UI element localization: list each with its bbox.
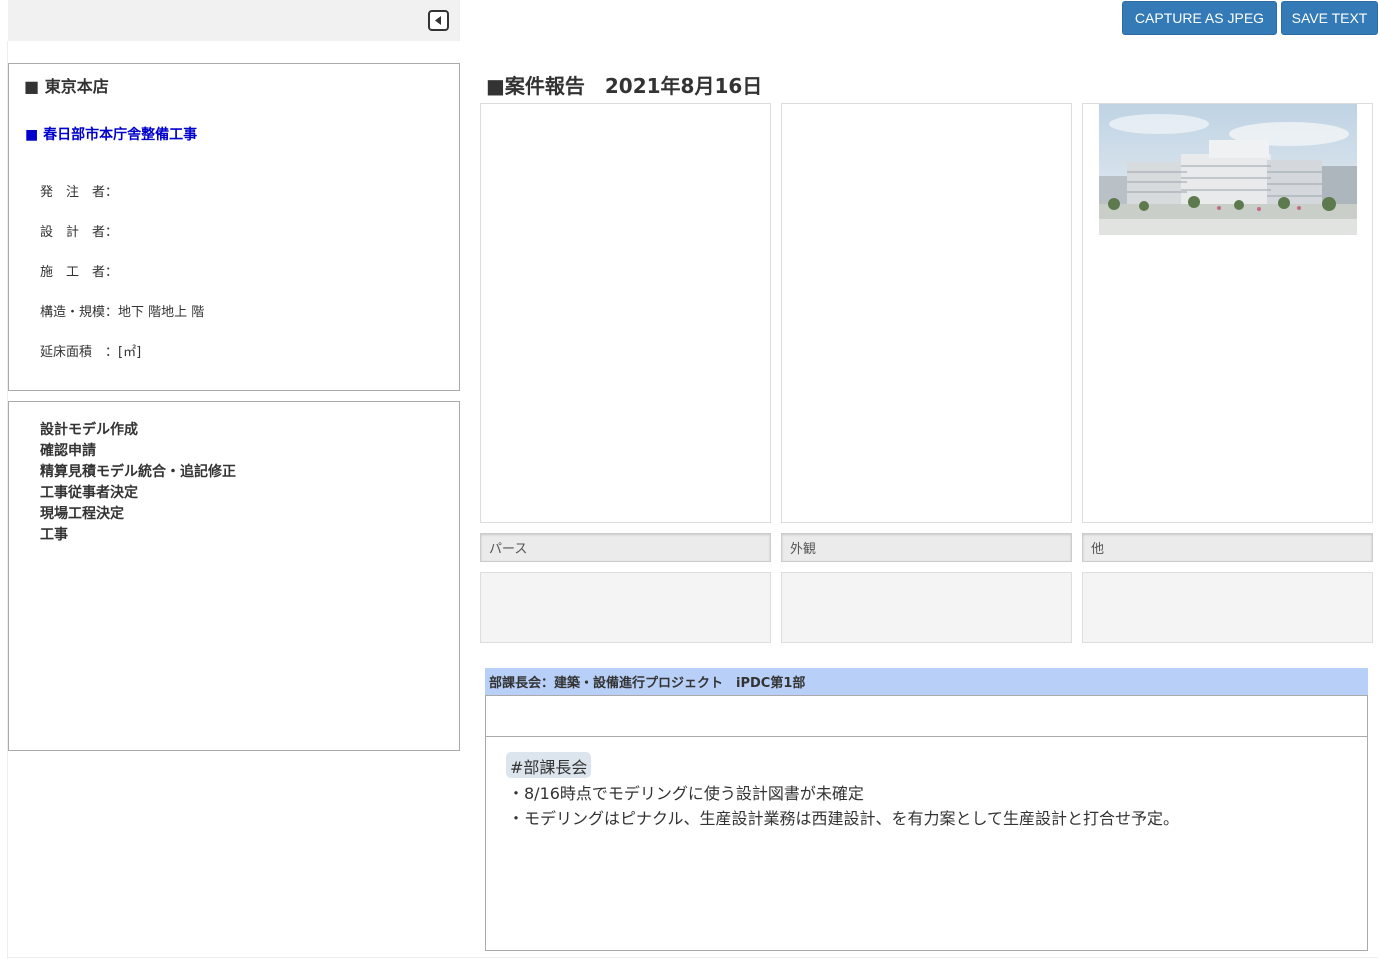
branch-title: ■ 東京本店 bbox=[24, 77, 109, 96]
photo-slot-perspective[interactable] bbox=[480, 103, 771, 523]
meeting-notes-textarea[interactable] bbox=[485, 736, 1368, 951]
contractor-row: 施 工 者： bbox=[40, 265, 119, 280]
structure-row: 構造・規模：地下 階地上 階 bbox=[40, 305, 205, 320]
save-text-button[interactable]: SAVE TEXT bbox=[1281, 1, 1378, 35]
report-heading: ■案件報告 2021年8月16日 bbox=[486, 74, 763, 98]
meeting-note-line: ・モデリングはピナクル、生産設計業務は西建設計、を有力案として生産設計と打合せ予… bbox=[508, 809, 1180, 828]
caption-input-perspective[interactable]: パース bbox=[480, 533, 771, 562]
floor-area-row: 延床面積 ：[㎡] bbox=[40, 345, 142, 360]
list-item: 工事従事者決定 bbox=[40, 485, 138, 501]
project-name-link[interactable]: ■ 春日部市本庁舎整備工事 bbox=[25, 124, 197, 144]
list-item: 現場工程決定 bbox=[40, 506, 124, 522]
caret-left-icon bbox=[435, 16, 441, 25]
note-textarea-exterior[interactable] bbox=[781, 572, 1072, 643]
list-item: 精算見積モデル統合・追記修正 bbox=[40, 464, 236, 480]
note-textarea-other[interactable] bbox=[1082, 572, 1373, 643]
client-row: 発 注 者： bbox=[40, 185, 119, 200]
list-item: 工事 bbox=[40, 527, 68, 543]
designer-row: 設 計 者： bbox=[40, 225, 119, 240]
frame-line bbox=[7, 957, 1378, 958]
photo-slot-other[interactable] bbox=[1082, 103, 1373, 523]
list-item: 確認申請 bbox=[40, 443, 96, 459]
caption-input-other[interactable]: 他 bbox=[1082, 533, 1373, 562]
meeting-header: 部課長会：建築・設備進行プロジェクト iPDC第1部 bbox=[485, 668, 1368, 695]
meeting-title-input[interactable] bbox=[485, 695, 1368, 737]
note-textarea-perspective[interactable] bbox=[480, 572, 771, 643]
list-item: 設計モデル作成 bbox=[40, 422, 138, 438]
collapse-sidebar-button[interactable] bbox=[428, 10, 449, 31]
left-toolbar bbox=[8, 0, 459, 41]
meeting-note-line: ・8/16時点でモデリングに使う設計図書が未確定 bbox=[508, 784, 864, 803]
capture-as-jpeg-button[interactable]: CAPTURE AS JPEG bbox=[1122, 1, 1277, 35]
divider bbox=[459, 0, 460, 41]
caption-input-exterior[interactable]: 外観 bbox=[781, 533, 1072, 562]
task-list: 設計モデル作成 確認申請 精算見積モデル統合・追記修正 工事従事者決定 現場工程… bbox=[40, 420, 236, 546]
hashtag-badge[interactable]: #部課長会 bbox=[506, 752, 592, 778]
photo-slot-exterior[interactable] bbox=[781, 103, 1072, 523]
building-photo bbox=[1099, 104, 1357, 235]
